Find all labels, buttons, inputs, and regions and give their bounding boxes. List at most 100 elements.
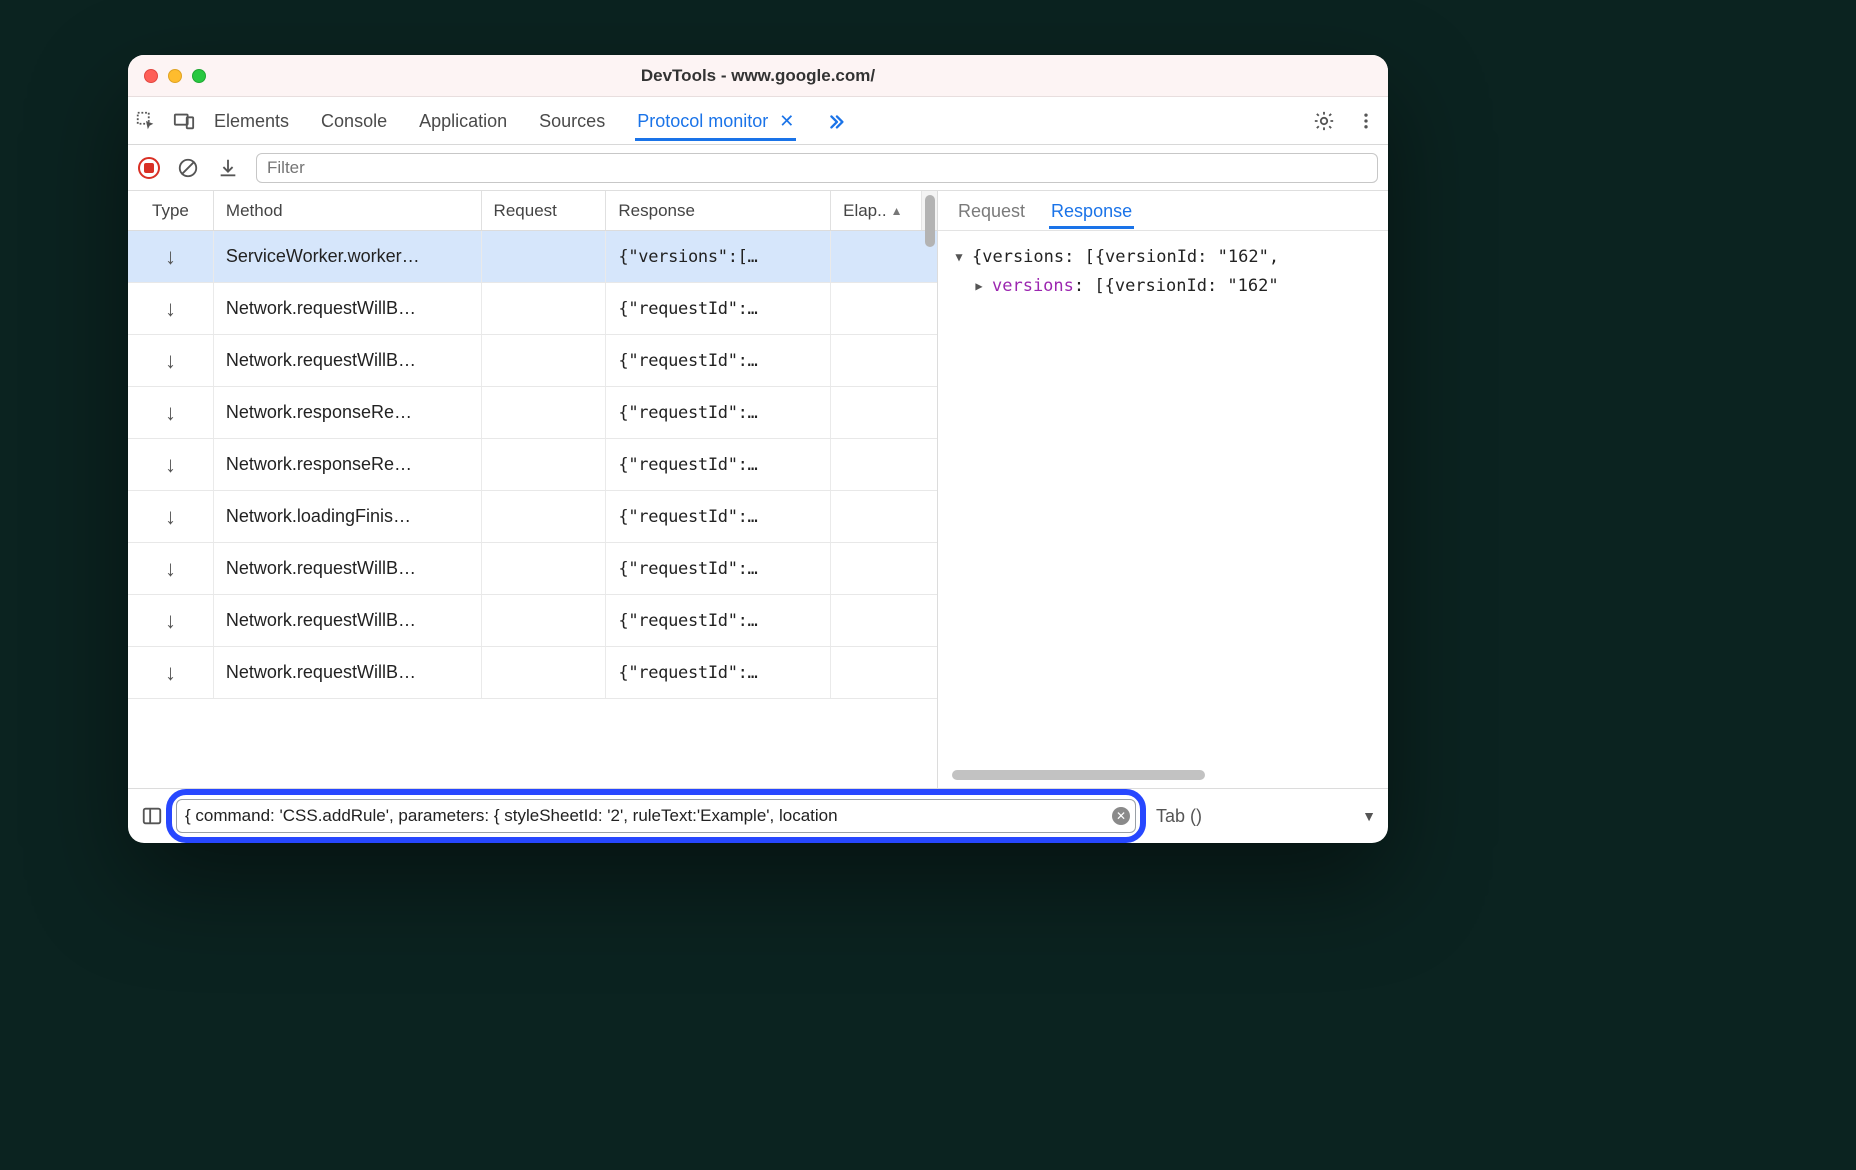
tree-key: versions: [992, 276, 1074, 296]
arrow-down-icon: [165, 504, 176, 530]
panel-tabs: Elements Console Application Sources Pro…: [212, 101, 1298, 141]
drawer-expand-icon[interactable]: ▼: [1362, 808, 1376, 824]
arrow-down-icon: [165, 348, 176, 374]
cell-request: [482, 335, 607, 386]
arrow-down-icon: [165, 452, 176, 478]
inspect-element-icon[interactable]: [134, 109, 158, 133]
drawer-toggle-icon[interactable]: [140, 804, 164, 828]
cell-elapsed: [831, 543, 921, 594]
cell-response: {"requestId":…: [606, 543, 831, 594]
vertical-scrollbar[interactable]: [921, 191, 937, 230]
cell-elapsed: [831, 387, 921, 438]
arrow-down-icon: [165, 400, 176, 426]
tree-root[interactable]: ▼ {versions: [{versionId: "162",: [952, 243, 1374, 272]
cell-elapsed: [831, 231, 921, 282]
table-row[interactable]: Network.requestWillB… {"requestId":…: [128, 543, 937, 595]
tab-console[interactable]: Console: [319, 101, 389, 141]
download-icon[interactable]: [216, 156, 240, 180]
table-row[interactable]: Network.responseRe… {"requestId":…: [128, 439, 937, 491]
close-tab-icon[interactable]: ✕: [779, 111, 794, 131]
records-table: Type Method Request Response Elap.. ▲ Se…: [128, 191, 938, 788]
cell-request: [482, 595, 607, 646]
cell-elapsed: [831, 439, 921, 490]
arrow-down-icon: [165, 660, 176, 686]
cell-request: [482, 491, 607, 542]
window-title: DevTools - www.google.com/: [128, 66, 1388, 86]
cell-type: [128, 387, 214, 438]
cell-response: {"requestId":…: [606, 647, 831, 698]
tab-sources[interactable]: Sources: [537, 101, 607, 141]
drawer-bar: ✕ Tab () ▼: [128, 789, 1388, 843]
cell-response: {"requestId":…: [606, 387, 831, 438]
cell-method: Network.responseRe…: [214, 387, 482, 438]
settings-icon[interactable]: [1312, 109, 1336, 133]
cell-response: {"requestId":…: [606, 595, 831, 646]
horizontal-scrollbar[interactable]: [952, 770, 1374, 780]
clear-input-icon[interactable]: ✕: [1112, 807, 1130, 825]
col-response[interactable]: Response: [606, 191, 831, 230]
minimize-window-button[interactable]: [168, 69, 182, 83]
details-tab-response[interactable]: Response: [1049, 193, 1134, 229]
table-row[interactable]: Network.requestWillB… {"requestId":…: [128, 647, 937, 699]
cell-request: [482, 283, 607, 334]
tab-application[interactable]: Application: [417, 101, 509, 141]
cell-type: [128, 231, 214, 282]
arrow-down-icon: [165, 608, 176, 634]
cell-type: [128, 647, 214, 698]
cell-response: {"requestId":…: [606, 335, 831, 386]
cell-method: Network.loadingFinis…: [214, 491, 482, 542]
tree-child[interactable]: ▶ versions: [{versionId: "162": [952, 272, 1374, 301]
titlebar: DevTools - www.google.com/: [128, 55, 1388, 97]
cell-response: {"requestId":…: [606, 439, 831, 490]
cell-method: Network.requestWillB…: [214, 335, 482, 386]
zoom-window-button[interactable]: [192, 69, 206, 83]
more-tabs-icon[interactable]: [824, 109, 848, 133]
cell-method: Network.requestWillB…: [214, 543, 482, 594]
details-tab-request[interactable]: Request: [956, 193, 1027, 229]
protocol-command-input[interactable]: [176, 799, 1136, 833]
table-row[interactable]: Network.requestWillB…{"requestId":…: [128, 283, 937, 335]
devtools-window: DevTools - www.google.com/: [128, 55, 1388, 843]
cell-request: [482, 387, 607, 438]
tree-rest: : [{versionId: "162": [1074, 276, 1279, 296]
arrow-down-icon: [165, 556, 176, 582]
col-method[interactable]: Method: [214, 191, 482, 230]
tab-protocol-monitor-label: Protocol monitor: [637, 111, 768, 131]
col-request[interactable]: Request: [482, 191, 607, 230]
cell-method: Network.responseRe…: [214, 439, 482, 490]
cell-elapsed: [831, 283, 921, 334]
table-row[interactable]: ServiceWorker.worker…{"versions":[…: [128, 231, 937, 283]
table-row[interactable]: Network.requestWillB… {"requestId":…: [128, 595, 937, 647]
col-elapsed[interactable]: Elap.. ▲: [831, 191, 921, 230]
cell-method: Network.requestWillB…: [214, 283, 482, 334]
response-tree: ▼ {versions: [{versionId: "162", ▶ versi…: [938, 231, 1388, 313]
cell-response: {"versions":[…: [606, 231, 831, 282]
device-toolbar-icon[interactable]: [172, 109, 196, 133]
table-row[interactable]: Network.requestWillB… {"requestId":…: [128, 335, 937, 387]
close-window-button[interactable]: [144, 69, 158, 83]
table-row[interactable]: Network.loadingFinis…{"requestId":…: [128, 491, 937, 543]
sort-asc-icon: ▲: [891, 204, 903, 218]
col-type[interactable]: Type: [128, 191, 214, 230]
cell-type: [128, 543, 214, 594]
table-row[interactable]: Network.responseRe… {"requestId":…: [128, 387, 937, 439]
traffic-lights: [128, 69, 206, 83]
drawer-tab-label[interactable]: Tab (): [1148, 806, 1202, 827]
cell-method: Network.requestWillB…: [214, 595, 482, 646]
cell-method: Network.requestWillB…: [214, 647, 482, 698]
cell-type: [128, 335, 214, 386]
filter-input[interactable]: [256, 153, 1378, 183]
kebab-menu-icon[interactable]: [1354, 109, 1378, 133]
tab-elements[interactable]: Elements: [212, 101, 291, 141]
cell-type: [128, 439, 214, 490]
tab-protocol-monitor[interactable]: Protocol monitor ✕: [635, 101, 796, 141]
cell-request: [482, 439, 607, 490]
cell-type: [128, 595, 214, 646]
caret-down-icon: ▼: [952, 247, 966, 267]
details-panel: Request Response ▼ {versions: [{versionI…: [938, 191, 1388, 788]
clear-icon[interactable]: [176, 156, 200, 180]
cell-type: [128, 283, 214, 334]
cell-request: [482, 647, 607, 698]
record-button[interactable]: [138, 157, 160, 179]
protocol-toolbar: [128, 145, 1388, 191]
